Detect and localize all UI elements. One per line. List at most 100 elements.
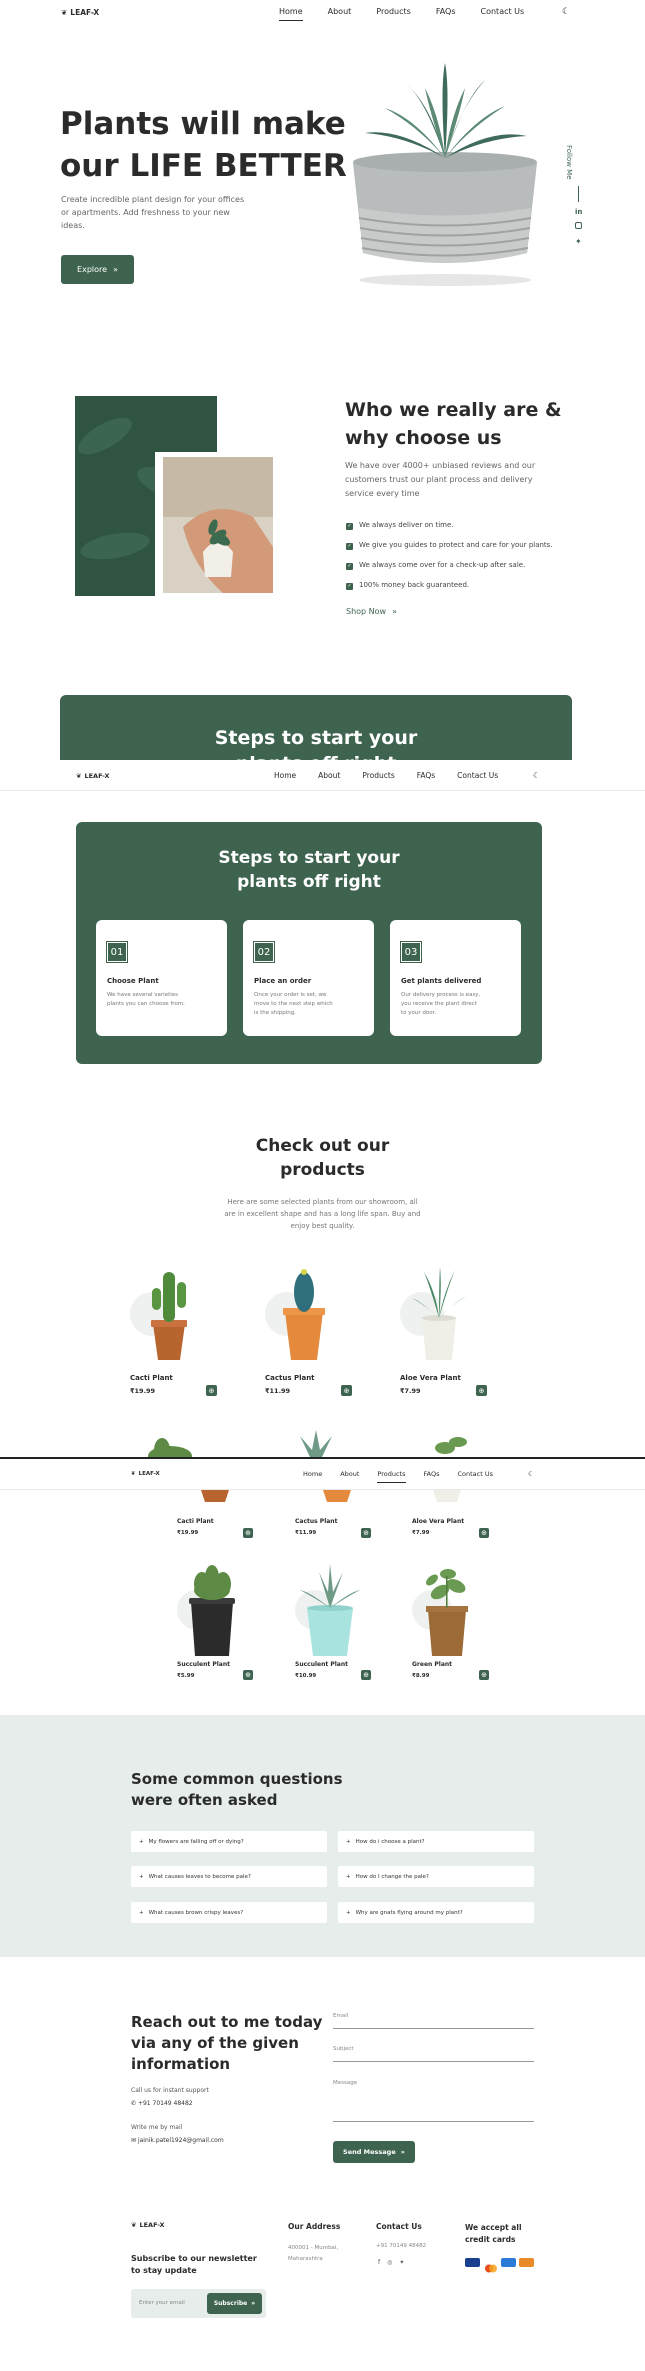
- faq-item[interactable]: + My flowers are falling off or dying?: [131, 1831, 327, 1852]
- cart-icon[interactable]: ⊕: [476, 1385, 487, 1396]
- footer-phone[interactable]: +91 70149 48482: [376, 2243, 426, 2249]
- product-name: Succulent Plant: [295, 1661, 348, 1668]
- product-price: ₹19.99: [177, 1530, 199, 1536]
- contact-subject-field[interactable]: Subject: [333, 2046, 534, 2062]
- check-icon: ✓: [346, 563, 353, 570]
- chevron-right-icon: »: [392, 607, 397, 616]
- steps-section: Steps to start your plants off right 01 …: [76, 822, 542, 1064]
- faq-item[interactable]: + How do i choose a plant?: [338, 1831, 534, 1852]
- step-card-2: 02 Place an order Once your order is set…: [243, 920, 374, 1036]
- footer-social-icons: f ◎ ✦: [378, 2259, 404, 2266]
- hero-title: Plants will make our LIFE BETTER: [60, 106, 347, 184]
- top-navbar: ❦ LEAF-X Home About Products FAQs Contac…: [0, 0, 645, 28]
- faq-item[interactable]: + Why are gnats flying around my plant?: [338, 1902, 534, 1923]
- cart-icon[interactable]: ⊕: [206, 1385, 217, 1396]
- send-message-button[interactable]: Send Message»: [333, 2141, 415, 2163]
- nav-link-faqs[interactable]: FAQs: [436, 7, 456, 16]
- moon-icon[interactable]: ☾: [528, 1470, 534, 1478]
- product-price: ₹19.99: [130, 1387, 156, 1395]
- visa-icon: [465, 2258, 480, 2267]
- nav-link-home[interactable]: Home: [303, 1470, 322, 1478]
- product-row-peek: [148, 1430, 467, 1457]
- footer-brand[interactable]: ❦ LEAF-X: [131, 2221, 165, 2229]
- shop-now-link[interactable]: Shop Now»: [346, 607, 397, 616]
- contact-title: Reach out to me today via any of the giv…: [131, 2013, 323, 2073]
- mail-icon: ✉: [131, 2137, 137, 2144]
- cart-icon[interactable]: ⊕: [479, 1670, 489, 1680]
- leaf-icon: ❦: [131, 1471, 136, 1477]
- brand-logo[interactable]: ❦ LEAF-X: [61, 8, 99, 17]
- product-name: Cactus Plant: [265, 1374, 315, 1382]
- nav-link-about[interactable]: About: [328, 7, 352, 16]
- cart-icon[interactable]: ⊕: [243, 1528, 253, 1538]
- subscribe-button[interactable]: Subscribe»: [207, 2293, 262, 2314]
- brand-logo[interactable]: ❦ LEAF-X: [131, 1471, 160, 1477]
- nav-links: Home About Products FAQs Contact Us: [303, 1470, 493, 1483]
- benefit-item: ✓ We always deliver on time.: [346, 521, 454, 530]
- steps-title: Steps to start your plants off right: [218, 848, 400, 892]
- plus-icon: +: [139, 1873, 144, 1880]
- nav-link-faqs[interactable]: FAQs: [417, 771, 435, 780]
- product-name: Aloe Vera Plant: [412, 1518, 465, 1525]
- nav-link-contact[interactable]: Contact Us: [481, 7, 525, 16]
- product-image-cactus[interactable]: [265, 1262, 340, 1367]
- product-image-green-plant[interactable]: [412, 1562, 482, 1660]
- support-label: Call us for instant support: [131, 2087, 209, 2094]
- product-price: ₹11.99: [295, 1530, 317, 1536]
- products-description: Here are some selected plants from our s…: [224, 1198, 421, 1230]
- nav-link-contact[interactable]: Contact Us: [457, 1470, 493, 1478]
- twitter-icon[interactable]: ✦: [399, 2259, 404, 2266]
- twitter-icon[interactable]: ✦: [575, 237, 582, 246]
- faq-item[interactable]: + What causes leaves to become pale?: [131, 1866, 327, 1887]
- nav-link-about[interactable]: About: [318, 771, 340, 780]
- product-image-succulent-teal[interactable]: [295, 1562, 365, 1660]
- product-image-succulent-black[interactable]: [177, 1562, 247, 1660]
- chevron-right-icon: »: [113, 265, 118, 274]
- nav-link-products[interactable]: Products: [376, 7, 411, 16]
- cart-icon[interactable]: ⊕: [341, 1385, 352, 1396]
- newsletter-email-input[interactable]: Enter your email: [139, 2300, 185, 2306]
- faq-item[interactable]: + What causes brown crispy leaves?: [131, 1902, 327, 1923]
- leaf-icon: ❦: [131, 2221, 137, 2229]
- instagram-icon[interactable]: [575, 222, 582, 229]
- moon-icon[interactable]: ☾: [562, 7, 570, 17]
- nav-link-products[interactable]: Products: [377, 1470, 406, 1483]
- product-price: ₹8.99: [412, 1673, 430, 1679]
- faq-item[interactable]: + How do I change the pale?: [338, 1866, 534, 1887]
- product-name: Green Plant: [412, 1661, 453, 1668]
- product-name: Succulent Plant: [177, 1661, 230, 1668]
- nav-link-home[interactable]: Home: [279, 7, 303, 21]
- sticky-navbar-3: ❦ LEAF-X Home About Products FAQs Contac…: [0, 1459, 645, 1489]
- brand-name: LEAF-X: [84, 772, 110, 780]
- cart-icon[interactable]: ⊕: [361, 1670, 371, 1680]
- linkedin-icon[interactable]: in: [575, 208, 582, 216]
- cart-icon[interactable]: ⊕: [361, 1528, 371, 1538]
- about-title: Who we really are & why choose us: [345, 399, 562, 449]
- product-image-cacti[interactable]: [130, 1262, 205, 1367]
- nav-link-contact[interactable]: Contact Us: [457, 771, 498, 780]
- benefit-item: ✓ We give you guides to protect and care …: [346, 541, 553, 550]
- contact-message-field[interactable]: Message: [333, 2080, 534, 2122]
- leaf-icon: ❦: [76, 772, 82, 780]
- nav-link-home[interactable]: Home: [274, 771, 296, 780]
- cart-icon[interactable]: ⊕: [243, 1670, 253, 1680]
- explore-button[interactable]: Explore»: [61, 255, 134, 284]
- step-title: Place an order: [254, 977, 312, 985]
- facebook-icon[interactable]: f: [378, 2259, 380, 2266]
- instagram-icon[interactable]: ◎: [387, 2259, 392, 2266]
- moon-icon[interactable]: ☾: [533, 771, 540, 780]
- step-number: 02: [253, 941, 275, 963]
- nav-link-products[interactable]: Products: [362, 771, 394, 780]
- nav-link-faqs[interactable]: FAQs: [424, 1470, 440, 1478]
- follow-me-label: Follow Me: [565, 145, 573, 180]
- product-price: ₹5.99: [177, 1673, 195, 1679]
- cart-icon[interactable]: ⊕: [479, 1528, 489, 1538]
- contact-email-field[interactable]: Email: [333, 2013, 534, 2029]
- product-image-aloe-vera[interactable]: [400, 1262, 475, 1367]
- about-image-hands: [155, 452, 273, 597]
- step-title: Get plants delivered: [401, 977, 482, 985]
- product-price: ₹7.99: [400, 1387, 421, 1395]
- nav-link-about[interactable]: About: [340, 1470, 359, 1478]
- newsletter-form: Enter your email Subscribe»: [131, 2289, 266, 2318]
- brand-logo[interactable]: ❦ LEAF-X: [76, 772, 110, 780]
